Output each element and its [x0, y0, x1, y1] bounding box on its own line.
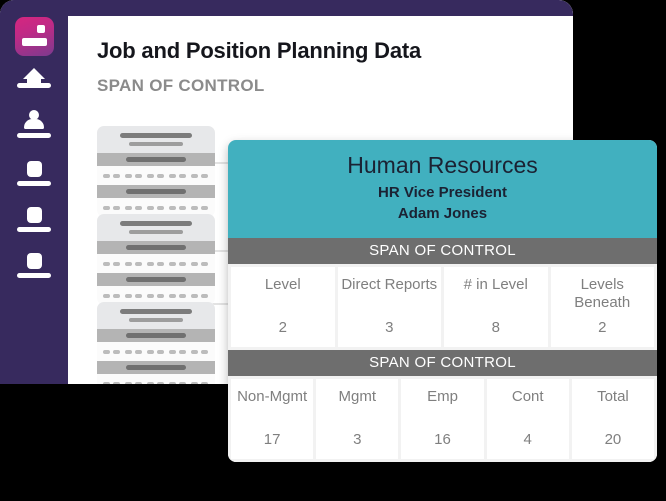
sidebar-item-underline [17, 181, 51, 186]
sidebar-item-underline [17, 227, 51, 232]
metric-cell[interactable]: Direct Reports 3 [337, 266, 441, 347]
window-titlebar [0, 0, 573, 16]
hr-org-name: Human Resources [347, 152, 538, 178]
sidebar-item-underline [17, 133, 51, 138]
metric-label: Level [264, 275, 301, 293]
metric-value: 3 [385, 318, 394, 336]
sidebar-item-module-2[interactable] [0, 207, 68, 232]
metric-value: 2 [278, 318, 287, 336]
hr-detail-card: Human Resources HR Vice President Adam J… [228, 140, 657, 462]
metric-cell[interactable]: Cont 4 [486, 378, 569, 459]
metric-label: Levels Beneath [574, 275, 631, 311]
metric-label: Mgmt [338, 387, 377, 405]
org-node-band [97, 185, 215, 198]
metric-label: Cont [511, 387, 544, 405]
sidebar [0, 0, 68, 384]
logo-square-icon [37, 25, 45, 33]
org-node-band [97, 153, 215, 166]
org-node-band [97, 329, 215, 342]
metric-value: 8 [491, 318, 500, 336]
page-title: Job and Position Planning Data [97, 38, 422, 63]
org-node-header [97, 214, 215, 241]
org-node-2[interactable] [97, 214, 215, 305]
metric-value: 2 [598, 318, 607, 336]
app-logo[interactable] [15, 17, 54, 56]
screenshot-stage: Job and Position Planning Data SPAN OF C… [0, 0, 666, 501]
metric-cell[interactable]: Non-Mgmt 17 [231, 378, 314, 459]
metric-cell[interactable]: Levels Beneath 2 [550, 266, 654, 347]
metric-label: Emp [427, 387, 458, 405]
sidebar-item-module-3[interactable] [0, 253, 68, 278]
org-node-band [97, 361, 215, 374]
metrics-secondary: Non-Mgmt 17 Mgmt 3 Emp 16 Cont 4 Total 2… [228, 375, 657, 462]
org-node-row [97, 374, 215, 384]
sidebar-item-people[interactable] [0, 110, 68, 138]
sidebar-item-module-1[interactable] [0, 161, 68, 186]
span-of-control-band-primary: SPAN OF CONTROL [228, 237, 657, 264]
hr-role-title: HR Vice President [378, 184, 507, 202]
org-node-row [97, 342, 215, 361]
metric-cell[interactable]: Mgmt 3 [316, 378, 399, 459]
org-node-3[interactable] [97, 302, 215, 384]
org-node-band [97, 241, 215, 254]
square-icon [26, 207, 42, 223]
metric-cell[interactable]: Level 2 [231, 266, 335, 347]
metric-cell[interactable]: # in Level 8 [444, 266, 548, 347]
metric-label: Direct Reports [341, 275, 438, 293]
metric-label: Total [597, 387, 629, 405]
square-icon [26, 161, 42, 177]
org-node-1[interactable] [97, 126, 215, 217]
sidebar-item-home[interactable] [0, 68, 68, 88]
sidebar-item-underline [17, 273, 51, 278]
metric-value: 4 [523, 430, 532, 448]
metric-value: 16 [434, 430, 451, 448]
org-node-header [97, 302, 215, 329]
hr-card-header: Human Resources HR Vice President Adam J… [228, 140, 657, 238]
metrics-primary: Level 2 Direct Reports 3 # in Level 8 Le… [228, 263, 657, 350]
metric-value: 20 [604, 430, 622, 448]
org-node-band [97, 273, 215, 286]
span-of-control-band-secondary: SPAN OF CONTROL [228, 349, 657, 376]
metric-label: # in Level [463, 275, 528, 293]
page-subtitle: SPAN OF CONTROL [97, 76, 265, 95]
metric-value: 3 [353, 430, 362, 448]
metric-cell[interactable]: Total 20 [571, 378, 655, 459]
hr-person-name: Adam Jones [397, 204, 488, 222]
home-icon [23, 68, 45, 86]
square-icon [26, 253, 42, 269]
org-node-row [97, 254, 215, 273]
logo-bar-icon [22, 38, 47, 46]
org-node-row [97, 166, 215, 185]
metric-label: Non-Mgmt [237, 387, 308, 405]
metric-cell[interactable]: Emp 16 [401, 378, 484, 459]
org-node-header [97, 126, 215, 153]
metric-value: 17 [263, 430, 281, 448]
person-icon [22, 110, 46, 129]
